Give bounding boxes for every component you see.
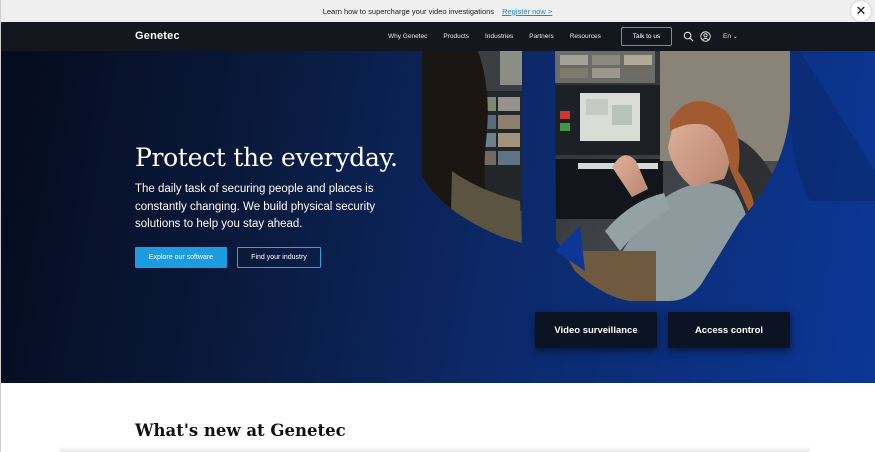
window-border [0, 0, 1, 452]
genetec-logo[interactable]: Genetec [135, 30, 180, 42]
explore-software-button[interactable]: Explore our software [135, 247, 227, 268]
search-icon[interactable] [683, 31, 694, 42]
nav-link-resources[interactable]: Resources [570, 33, 601, 40]
nav-links: Why Genetec Products Industries Partners… [388, 22, 617, 51]
nav-link-products[interactable]: Products [443, 33, 469, 40]
video-surveillance-button[interactable]: Video surveillance [535, 312, 657, 348]
chevron-down-icon: ⌄ [732, 33, 738, 40]
user-account-icon[interactable] [700, 31, 711, 42]
hero-subtitle: The daily task of securing people and pl… [135, 183, 376, 230]
nav-link-why-genetec[interactable]: Why Genetec [388, 33, 427, 40]
card-edge-divider [60, 446, 810, 452]
announcement-bar: Learn how to supercharge your video inve… [0, 0, 875, 22]
hero-title: Protect the everyday. [135, 143, 398, 172]
language-selector[interactable]: En ⌄ [723, 33, 738, 40]
access-control-button[interactable]: Access control [668, 312, 790, 348]
register-now-link[interactable]: Register now > [502, 7, 552, 16]
language-label: En [723, 33, 731, 40]
whats-new-heading: What's new at Genetec [135, 421, 346, 440]
hero-section: Protect the everyday. The daily task of … [0, 51, 875, 383]
nav-link-partners[interactable]: Partners [529, 33, 554, 40]
nav-link-industries[interactable]: Industries [485, 33, 513, 40]
find-industry-button[interactable]: Find your industry [237, 247, 321, 268]
talk-to-us-button[interactable]: Talk to us [621, 27, 672, 46]
close-icon[interactable]: ✕ [851, 1, 871, 21]
announcement-text: Learn how to supercharge your video inve… [322, 6, 495, 16]
top-navigation: Genetec Why Genetec Products Industries … [0, 22, 875, 51]
